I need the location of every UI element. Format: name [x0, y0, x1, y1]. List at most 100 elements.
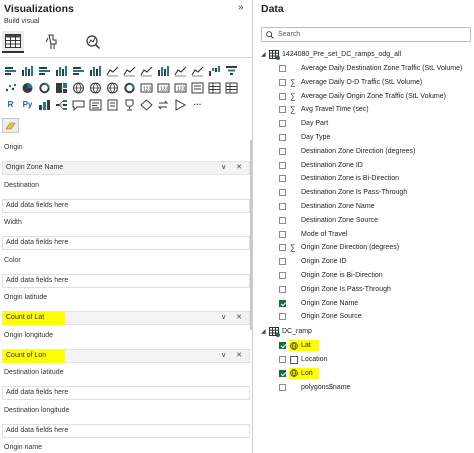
- field-row[interactable]: Day Part: [254, 117, 474, 130]
- stacked-area-visual-button[interactable]: [138, 63, 155, 78]
- map-visual-button[interactable]: [70, 80, 87, 95]
- field-row[interactable]: Origin Zone Name: [254, 297, 474, 310]
- visualizations-scrollbar[interactable]: [250, 140, 252, 330]
- ribbon-chart-visual-button[interactable]: [189, 63, 206, 78]
- diamond-visual-button[interactable]: [138, 97, 155, 112]
- r-visual-visual-button[interactable]: R: [2, 97, 19, 112]
- arrows-visual-button[interactable]: [155, 97, 172, 112]
- field-row[interactable]: Destination Zone is Bi-Direction: [254, 172, 474, 185]
- field-row[interactable]: Lat: [254, 339, 474, 352]
- collapse-visualizations-button[interactable]: »: [238, 2, 244, 13]
- azure-map-visual-button[interactable]: [104, 80, 121, 95]
- area-chart-visual-button[interactable]: [121, 63, 138, 78]
- slicer-visual-button[interactable]: [189, 80, 206, 95]
- field-row[interactable]: Destination Zone Direction (degrees): [254, 145, 474, 158]
- field-row[interactable]: Origin Zone Is Pass-Through: [254, 283, 474, 296]
- field-row[interactable]: Location: [254, 353, 474, 366]
- line-chart-visual-button[interactable]: [104, 63, 121, 78]
- build-visual-tab[interactable]: [2, 31, 24, 53]
- field-checkbox[interactable]: [279, 134, 286, 141]
- well-drop-zone[interactable]: Add data fields here: [2, 236, 250, 250]
- field-row[interactable]: Origin Zone Source: [254, 310, 474, 323]
- scatter-visual-button[interactable]: [2, 80, 19, 95]
- python-visual-visual-button[interactable]: Py: [19, 97, 36, 112]
- field-row[interactable]: ∑ Avg Travel Time (sec): [254, 103, 474, 116]
- search-input[interactable]: Search: [261, 27, 471, 42]
- trophy-visual-button[interactable]: [121, 97, 138, 112]
- field-checkbox[interactable]: [279, 299, 286, 307]
- stacked-column-visual-button[interactable]: [19, 63, 36, 78]
- field-checkbox[interactable]: [279, 244, 286, 252]
- more-visuals-visual-button[interactable]: ···: [189, 97, 206, 112]
- well-drop-zone[interactable]: Add data fields here: [2, 273, 250, 288]
- stacked-bar-visual-button[interactable]: [2, 63, 19, 78]
- field-checkbox[interactable]: [279, 92, 286, 100]
- key-influencers-visual-button[interactable]: [36, 97, 53, 112]
- pie-chart-visual-button[interactable]: [19, 80, 36, 95]
- chevron-expanded-icon[interactable]: ◢: [261, 328, 266, 335]
- custom-visual-slot[interactable]: [2, 118, 19, 133]
- field-checkbox[interactable]: [279, 120, 286, 128]
- field-checkbox[interactable]: [279, 342, 286, 350]
- chevron-expanded-icon[interactable]: ◢: [261, 51, 266, 58]
- clustered-bar-visual-button[interactable]: [36, 63, 53, 78]
- clustered-column-visual-button[interactable]: [53, 63, 70, 78]
- field-checkbox[interactable]: [279, 369, 286, 377]
- field-row[interactable]: Destination Zone Source: [254, 214, 474, 227]
- paginated-visual-button[interactable]: [104, 97, 121, 112]
- field-checkbox[interactable]: [279, 175, 286, 183]
- filled-map-visual-button[interactable]: [87, 80, 104, 95]
- kpi-visual-button[interactable]: 123: [172, 80, 189, 95]
- field-checkbox[interactable]: [279, 313, 286, 321]
- field-checkbox[interactable]: [279, 285, 286, 293]
- waterfall-visual-button[interactable]: [206, 63, 223, 78]
- field-checkbox[interactable]: [279, 189, 286, 197]
- multirow-card-visual-button[interactable]: 123: [155, 80, 172, 95]
- field-checkbox[interactable]: [279, 161, 286, 169]
- field-checkbox[interactable]: [279, 258, 286, 266]
- 100-column-visual-button[interactable]: [87, 63, 104, 78]
- field-checkbox[interactable]: [279, 216, 286, 224]
- field-row[interactable]: Lon: [254, 367, 474, 380]
- analytics-tab[interactable]: [82, 31, 104, 53]
- field-row[interactable]: ∑ Average Daily O-D Traffic (StL Volume): [254, 76, 474, 89]
- field-row[interactable]: Origin Zone ID: [254, 255, 474, 268]
- field-checkbox[interactable]: [279, 147, 286, 155]
- field-row[interactable]: Origin Zone is Bi-Direction: [254, 269, 474, 282]
- well-drop-zone[interactable]: Add data fields here: [2, 423, 250, 438]
- table-visual-button[interactable]: [206, 80, 223, 95]
- table-node[interactable]: ◢ DC_ramp: [254, 325, 474, 338]
- field-checkbox[interactable]: [279, 356, 286, 363]
- format-visual-tab[interactable]: [42, 31, 64, 53]
- field-checkbox[interactable]: [279, 65, 286, 72]
- field-checkbox[interactable]: [279, 106, 286, 114]
- well-field-chip[interactable]: Count of Lat ∨ ✕: [2, 311, 250, 325]
- field-checkbox[interactable]: [279, 203, 286, 210]
- well-actions[interactable]: ∨ ✕: [221, 312, 246, 324]
- field-row[interactable]: Destination Zone ID: [254, 159, 474, 172]
- field-checkbox[interactable]: [279, 383, 286, 391]
- field-row[interactable]: Day Type: [254, 131, 474, 144]
- matrix-visual-button[interactable]: [223, 80, 240, 95]
- line-clustered-visual-button[interactable]: [172, 63, 189, 78]
- gauge-visual-button[interactable]: [121, 80, 138, 95]
- decomp-tree-visual-button[interactable]: [53, 97, 70, 112]
- qa-visual-button[interactable]: [70, 97, 87, 112]
- well-drop-zone[interactable]: Add data fields here: [2, 386, 250, 400]
- field-row[interactable]: Destination Zone Is Pass-Through: [254, 186, 474, 199]
- well-actions[interactable]: ∨ ✕: [221, 162, 246, 174]
- well-field-chip[interactable]: Origin Zone Name ∨ ✕: [2, 161, 250, 175]
- funnel-visual-button[interactable]: [223, 63, 240, 78]
- field-checkbox[interactable]: [279, 272, 286, 279]
- field-row[interactable]: ∑ Origin Zone Direction (degrees): [254, 241, 474, 254]
- well-field-chip[interactable]: Count of Lon ∨ ✕: [2, 348, 250, 363]
- table-node[interactable]: ◢ 1424080_Pre_set_DC_ramps_odg_all: [254, 48, 474, 61]
- field-checkbox[interactable]: [279, 230, 286, 238]
- well-drop-zone[interactable]: Add data fields here: [2, 198, 250, 213]
- power-apps-visual-button[interactable]: [172, 97, 189, 112]
- donut-visual-button[interactable]: [36, 80, 53, 95]
- field-row[interactable]: Average Daily Destination Zone Traffic (…: [254, 62, 474, 75]
- well-actions[interactable]: ∨ ✕: [221, 350, 246, 362]
- field-checkbox[interactable]: [279, 78, 286, 86]
- line-column-visual-button[interactable]: [155, 63, 172, 78]
